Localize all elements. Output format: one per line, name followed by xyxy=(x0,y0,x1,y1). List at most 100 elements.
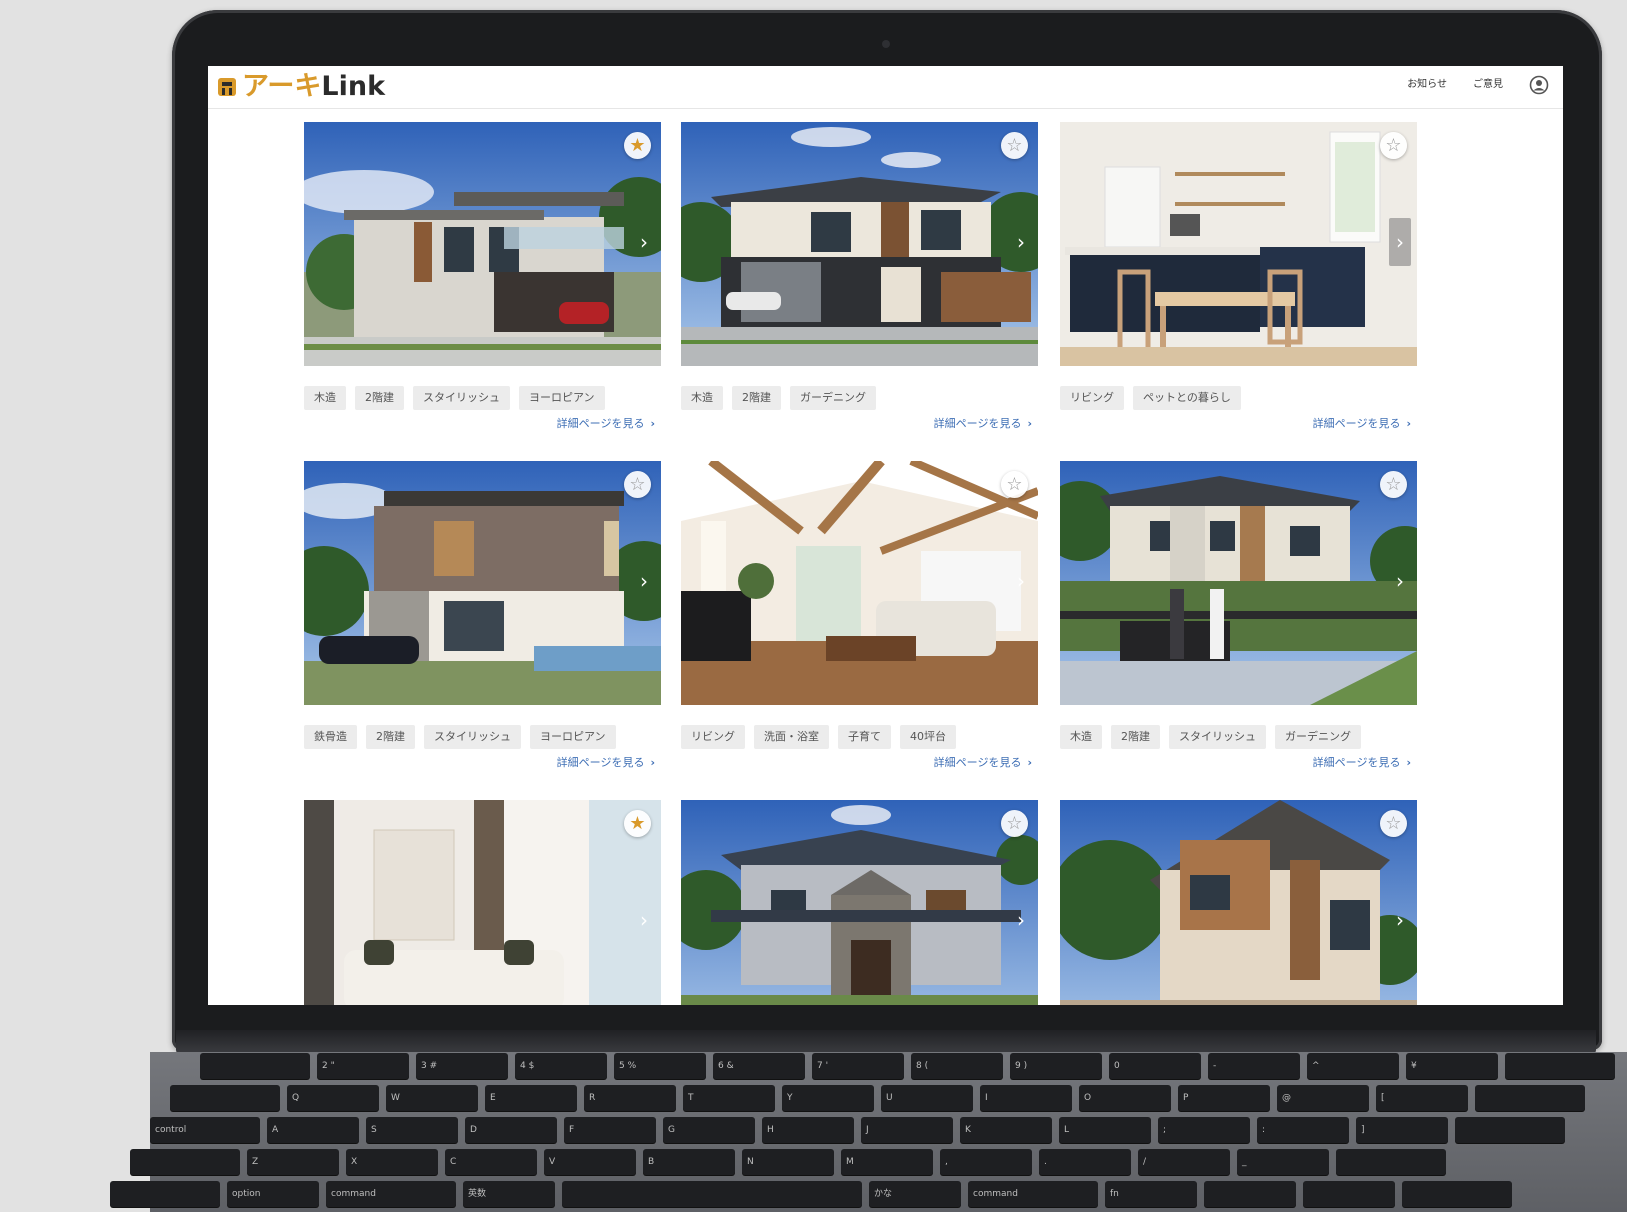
chevron-right-icon[interactable]: › xyxy=(1389,218,1411,266)
property-card[interactable]: ☆ › 木造 2階建 ガーデニング 詳細ページを見る › xyxy=(681,122,1038,430)
keyboard-row: 2 " 3 # 4 $ 5 % 6 & 7 ' 8 (9 ) 0- ^ ¥ xyxy=(200,1053,1622,1079)
keyboard-key: control xyxy=(150,1117,260,1143)
property-photo[interactable] xyxy=(1060,800,1417,1005)
camera-dot xyxy=(882,40,890,48)
property-photo[interactable] xyxy=(304,122,661,366)
tag[interactable]: スタイリッシュ xyxy=(1169,725,1266,749)
tag[interactable]: ペットとの暮らし xyxy=(1133,386,1241,410)
chevron-right-icon[interactable]: › xyxy=(1010,557,1032,605)
property-card[interactable]: ☆ › リビング 洗面・浴室 子育て 40坪台 詳細ページを見る › xyxy=(681,461,1038,769)
property-card[interactable]: ☆ › リビング ペットとの暮らし 詳細ページを見る › xyxy=(1060,122,1417,430)
nav-news[interactable]: お知らせ xyxy=(1407,75,1447,95)
keyboard-key: ] xyxy=(1356,1117,1448,1143)
property-thumbnail[interactable]: ★ › xyxy=(304,800,661,1005)
keyboard-key: / xyxy=(1138,1149,1230,1175)
property-thumbnail[interactable]: ☆ › xyxy=(304,461,661,705)
detail-link[interactable]: 詳細ページを見る › xyxy=(1313,754,1411,770)
keyboard-key xyxy=(1402,1181,1512,1207)
property-photo[interactable] xyxy=(304,800,661,1005)
keyboard-key: V xyxy=(544,1149,636,1175)
star-outline-icon[interactable]: ☆ xyxy=(1380,810,1407,837)
property-thumbnail[interactable]: ★ › xyxy=(304,122,661,366)
detail-link[interactable]: 詳細ページを見る › xyxy=(557,415,655,431)
property-thumbnail[interactable]: ☆ › xyxy=(1060,122,1417,366)
tag[interactable]: 2階建 xyxy=(355,386,404,410)
star-outline-icon[interactable]: ☆ xyxy=(1001,132,1028,159)
keyboard: 2 " 3 # 4 $ 5 % 6 & 7 ' 8 (9 ) 0- ^ ¥ Q W E R T Y U I O P @ [… xyxy=(110,1052,1627,1212)
tag[interactable]: ヨーロピアン xyxy=(519,386,605,410)
chevron-right-icon[interactable]: › xyxy=(633,218,655,266)
tag-list: リビング ペットとの暮らし xyxy=(1060,386,1417,410)
detail-link-label: 詳細ページを見る xyxy=(1312,756,1401,769)
detail-link[interactable]: 詳細ページを見る › xyxy=(934,754,1032,770)
tag[interactable]: 洗面・浴室 xyxy=(754,725,829,749)
chevron-right-icon[interactable]: › xyxy=(633,557,655,605)
tag[interactable]: 木造 xyxy=(304,386,346,410)
star-outline-icon[interactable]: ☆ xyxy=(624,471,651,498)
property-card[interactable]: ★ › xyxy=(304,800,661,1005)
chevron-right-icon[interactable]: › xyxy=(1389,557,1411,605)
detail-link[interactable]: 詳細ページを見る › xyxy=(557,754,655,770)
property-card[interactable]: ☆ › 木造 2階建 スタイリッシュ ガーデニング 詳細ページを見る › xyxy=(1060,461,1417,769)
tag[interactable]: 2階建 xyxy=(366,725,415,749)
property-thumbnail[interactable]: ☆ › xyxy=(681,461,1038,705)
tag[interactable]: スタイリッシュ xyxy=(413,386,510,410)
keyboard-key: T xyxy=(683,1085,775,1111)
logo[interactable]: アーキLink xyxy=(216,71,385,103)
keyboard-key xyxy=(200,1053,310,1079)
chevron-right-icon[interactable]: › xyxy=(633,896,655,944)
keyboard-key: A xyxy=(267,1117,359,1143)
property-card[interactable]: ☆ › xyxy=(1060,800,1417,1005)
star-outline-icon[interactable]: ☆ xyxy=(1001,810,1028,837)
tag[interactable]: 2階建 xyxy=(1111,725,1160,749)
tag[interactable]: 子育て xyxy=(838,725,891,749)
star-filled-icon[interactable]: ★ xyxy=(624,810,651,837)
property-thumbnail[interactable]: ☆ › xyxy=(1060,800,1417,1005)
property-card[interactable]: ☆ › xyxy=(681,800,1038,1005)
property-photo[interactable] xyxy=(304,461,661,705)
detail-link[interactable]: 詳細ページを見る › xyxy=(934,415,1032,431)
star-outline-icon[interactable]: ☆ xyxy=(1001,471,1028,498)
keyboard-key: Y xyxy=(782,1085,874,1111)
detail-link[interactable]: 詳細ページを見る › xyxy=(1313,415,1411,431)
keyboard-key: S xyxy=(366,1117,458,1143)
chevron-right-icon[interactable]: › xyxy=(1389,896,1411,944)
chevron-right-icon: › xyxy=(650,417,655,430)
tag[interactable]: スタイリッシュ xyxy=(424,725,521,749)
property-card[interactable]: ☆ › 鉄骨造 2階建 スタイリッシュ ヨーロピアン 詳細ページを見る › xyxy=(304,461,661,769)
keyboard-key: W xyxy=(386,1085,478,1111)
tag[interactable]: 鉄骨造 xyxy=(304,725,357,749)
property-photo[interactable] xyxy=(1060,122,1417,366)
tag[interactable]: ガーデニング xyxy=(1275,725,1361,749)
tag[interactable]: リビング xyxy=(681,725,745,749)
property-photo[interactable] xyxy=(681,461,1038,705)
nav-feedback[interactable]: ご意見 xyxy=(1473,75,1503,95)
chevron-right-icon[interactable]: › xyxy=(1010,896,1032,944)
property-photo[interactable] xyxy=(681,800,1038,1005)
tag[interactable]: リビング xyxy=(1060,386,1124,410)
property-thumbnail[interactable]: ☆ › xyxy=(1060,461,1417,705)
user-icon[interactable] xyxy=(1529,75,1549,95)
tag[interactable]: 40坪台 xyxy=(900,725,956,749)
chevron-right-icon: › xyxy=(1027,417,1032,430)
keyboard-key: M xyxy=(841,1149,933,1175)
tag[interactable]: ガーデニング xyxy=(790,386,876,410)
chevron-right-icon[interactable]: › xyxy=(1010,218,1032,266)
star-outline-icon[interactable]: ☆ xyxy=(1380,471,1407,498)
tag[interactable]: 木造 xyxy=(1060,725,1102,749)
tag[interactable]: ヨーロピアン xyxy=(530,725,616,749)
star-filled-icon[interactable]: ★ xyxy=(624,132,651,159)
property-photo[interactable] xyxy=(1060,461,1417,705)
property-card[interactable]: ★ › 木造 2階建 スタイリッシュ ヨーロピアン 詳細ページを見る › xyxy=(304,122,661,430)
star-outline-icon[interactable]: ☆ xyxy=(1380,132,1407,159)
keyboard-key: F xyxy=(564,1117,656,1143)
property-photo[interactable] xyxy=(681,122,1038,366)
keyboard-key xyxy=(130,1149,240,1175)
detail-link-label: 詳細ページを見る xyxy=(933,417,1022,430)
keyboard-key: U xyxy=(881,1085,973,1111)
tag[interactable]: 2階建 xyxy=(732,386,781,410)
tag[interactable]: 木造 xyxy=(681,386,723,410)
property-thumbnail[interactable]: ☆ › xyxy=(681,800,1038,1005)
property-thumbnail[interactable]: ☆ › xyxy=(681,122,1038,366)
detail-link-label: 詳細ページを見る xyxy=(933,756,1022,769)
